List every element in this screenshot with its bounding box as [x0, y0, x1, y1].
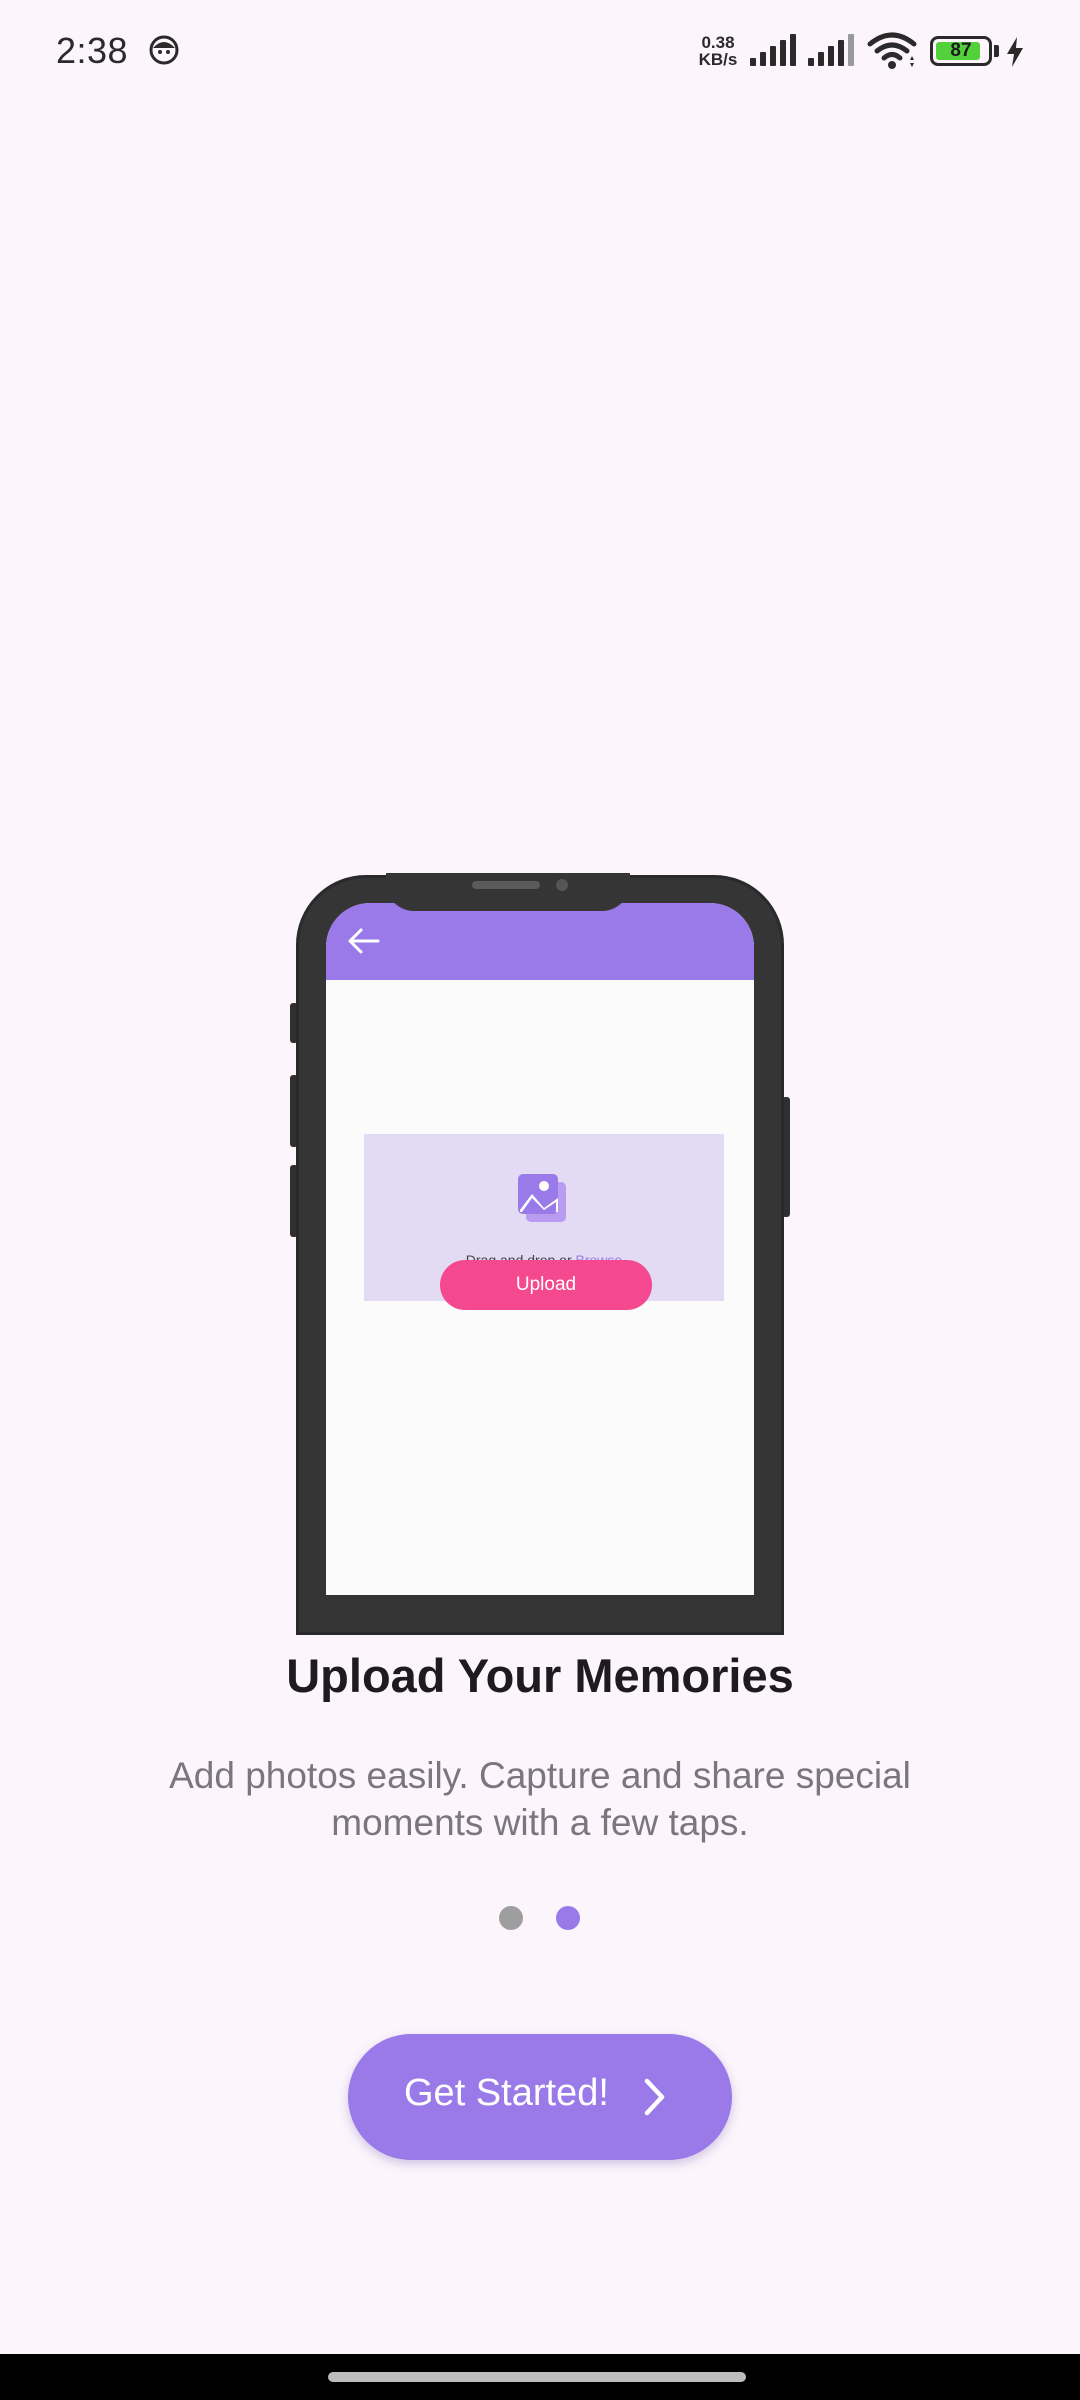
image-icon [518, 1174, 566, 1222]
phone-notch [386, 873, 630, 911]
page-indicator-dot-1[interactable] [499, 1906, 523, 1930]
back-arrow-icon [348, 928, 380, 954]
home-indicator[interactable] [328, 2372, 746, 2382]
face-icon [149, 35, 179, 65]
get-started-label: Get Started! [404, 2072, 609, 2114]
phone-illustration: Drag and drop or Browse Upload [290, 873, 790, 1635]
battery-level: 87 [950, 40, 972, 61]
page-indicator-dot-2-active[interactable] [556, 1906, 580, 1930]
phone-camera [556, 879, 568, 891]
status-bar: 2:38 0.38 KB/s 87 [0, 0, 1080, 104]
signal-icon [750, 34, 796, 66]
mock-upload-button: Upload [440, 1260, 652, 1310]
battery-cap [994, 45, 999, 57]
chevron-right-icon [644, 2078, 665, 2116]
charging-bolt-icon [1007, 37, 1023, 67]
network-speed-unit: KB/s [698, 50, 738, 69]
battery-icon: 87 [930, 36, 992, 66]
wifi-icon [867, 32, 917, 69]
navigation-bar [0, 2354, 1080, 2400]
network-speed: 0.38 KB/s [694, 34, 742, 68]
phone-speaker [472, 881, 540, 889]
status-time: 2:38 [56, 30, 129, 71]
network-speed-value: 0.38 [701, 33, 735, 52]
mock-app-header [326, 903, 754, 980]
phone-screen: Drag and drop or Browse Upload [326, 903, 754, 1595]
onboarding-title: Upload Your Memories [286, 1649, 794, 1702]
get-started-button[interactable]: Get Started! [348, 2034, 732, 2160]
signal-icon [808, 34, 854, 66]
onboarding-subtitle: Add photos easily. Capture and share spe… [169, 1755, 911, 1843]
